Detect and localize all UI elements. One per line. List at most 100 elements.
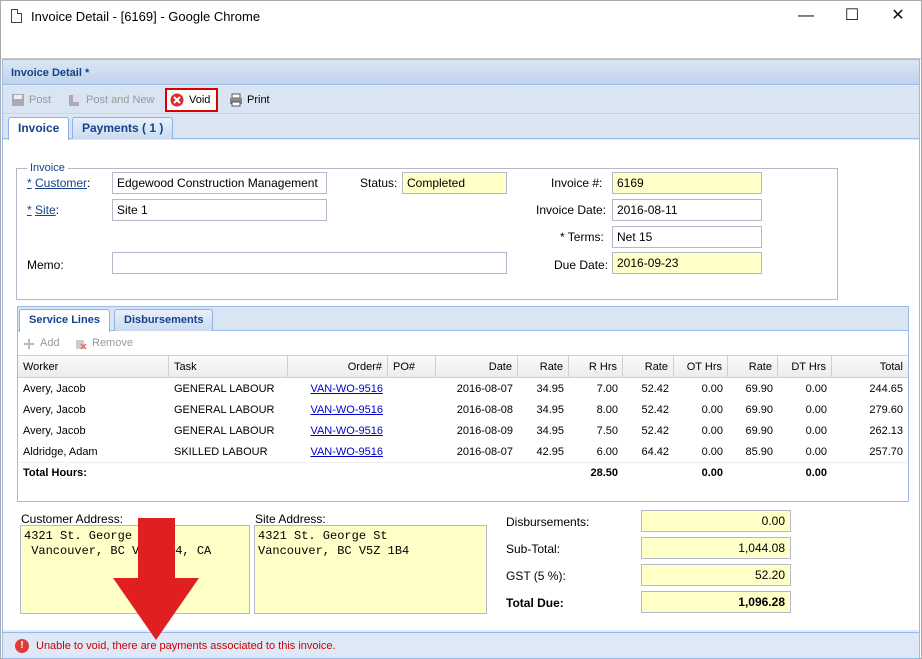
table-row[interactable]: Avery, Jacob GENERAL LABOUR VAN-WO-9516 … (18, 379, 908, 400)
order-link[interactable]: VAN-WO-9516 (288, 442, 388, 463)
page-icon (11, 9, 22, 23)
cell-dt-hrs: 0.00 (805, 383, 827, 395)
tab-payments[interactable]: Payments ( 1 ) (72, 117, 174, 139)
col-r-hrs[interactable]: R Hrs (569, 356, 623, 378)
cell-rate: 34.95 (536, 425, 564, 437)
col-total[interactable]: Total (832, 356, 908, 378)
maximize-button[interactable]: ☐ (829, 1, 875, 33)
cell-ot-hrs: 0.00 (701, 383, 723, 395)
address-strip (1, 33, 921, 59)
total-hours-label: Total Hours: (23, 467, 87, 479)
cell-ot-rate: 52.42 (641, 383, 669, 395)
site-link[interactable]: Site (35, 203, 56, 217)
cell-total: 244.65 (869, 383, 903, 395)
order-link[interactable]: VAN-WO-9516 (288, 379, 388, 400)
print-label: Print (247, 94, 270, 106)
title-bar: Invoice Detail - [6169] - Google Chrome … (1, 1, 921, 33)
col-dt-hrs[interactable]: DT Hrs (778, 356, 832, 378)
cell-r-hrs: 7.50 (596, 425, 618, 437)
col-dt-rate[interactable]: Rate (728, 356, 778, 378)
cell-dt-rate: 69.90 (745, 425, 773, 437)
col-date[interactable]: Date (436, 356, 518, 378)
site-address-label: Site Address: (255, 512, 326, 526)
save-new-icon (69, 94, 81, 106)
cell-rate: 34.95 (536, 383, 564, 395)
grid-header: Worker Task Order# PO# Date Rate R Hrs R… (18, 356, 908, 378)
customer-link[interactable]: Customer (35, 176, 87, 190)
col-ot-rate[interactable]: Rate (623, 356, 674, 378)
main-tabs: Invoice Payments ( 1 ) (3, 115, 919, 140)
add-button[interactable]: Add (40, 337, 60, 349)
minimize-button[interactable]: — (783, 1, 829, 33)
cell-date: 2016-08-07 (456, 383, 513, 395)
cell-date: 2016-08-08 (456, 404, 513, 416)
cell-r-hrs: 8.00 (596, 404, 618, 416)
service-lines-grid: Service Lines Disbursements Add Remove W… (17, 306, 909, 502)
invoice-date-field[interactable]: 2016-08-11 (612, 199, 762, 221)
cell-ot-rate: 52.42 (641, 404, 669, 416)
close-button[interactable]: ✕ (875, 1, 921, 33)
cell-ot-hrs: 0.00 (701, 425, 723, 437)
post-and-new-button[interactable]: Post and New (66, 90, 154, 110)
tab-service-lines[interactable]: Service Lines (19, 309, 110, 332)
cell-date: 2016-08-09 (456, 425, 513, 437)
table-row[interactable]: Avery, Jacob GENERAL LABOUR VAN-WO-9516 … (18, 421, 908, 442)
disbursements-field: 0.00 (641, 510, 791, 532)
order-link[interactable]: VAN-WO-9516 (288, 421, 388, 442)
printer-icon (230, 93, 242, 107)
invoice-number-field: 6169 (612, 172, 762, 194)
site-field[interactable]: Site 1 (112, 199, 327, 221)
print-button[interactable]: Print (227, 90, 270, 110)
cell-total: 279.60 (869, 404, 903, 416)
disbursements-label: Disbursements: (506, 515, 590, 529)
total-ot-hrs: 0.00 (701, 467, 723, 479)
tab-disbursements[interactable]: Disbursements (114, 309, 214, 331)
cell-r-hrs: 7.00 (596, 383, 618, 395)
customer-label[interactable]: * Customer: (27, 176, 90, 190)
total-dt-hrs: 0.00 (805, 467, 827, 479)
post-and-new-label: Post and New (86, 94, 155, 106)
cell-dt-hrs: 0.00 (805, 404, 827, 416)
cell-dt-rate: 85.90 (745, 446, 773, 458)
cell-rate: 34.95 (536, 404, 564, 416)
add-icon (24, 339, 34, 349)
tab-invoice[interactable]: Invoice (8, 117, 70, 140)
col-rate[interactable]: Rate (518, 356, 569, 378)
customer-field[interactable]: Edgewood Construction Management (112, 172, 327, 194)
site-address-box: 4321 St. George St Vancouver, BC V5Z 1B4 (254, 525, 487, 614)
window-title: Invoice Detail - [6169] - Google Chrome (31, 9, 261, 24)
red-arrow-annotation (113, 518, 199, 640)
due-date-label: Due Date: (554, 258, 609, 272)
cell-task: SKILLED LABOUR (174, 446, 268, 458)
col-order[interactable]: Order# (288, 356, 388, 378)
error-icon: ! (15, 639, 29, 653)
col-task[interactable]: Task (169, 356, 288, 378)
col-ot-hrs[interactable]: OT Hrs (674, 356, 728, 378)
site-label[interactable]: * Site: (27, 203, 59, 217)
post-label: Post (29, 94, 52, 106)
grid-tabs: Service Lines Disbursements (18, 307, 908, 332)
invoice-number-label: Invoice #: (551, 176, 603, 190)
cell-dt-hrs: 0.00 (805, 446, 827, 458)
cell-task: GENERAL LABOUR (174, 383, 275, 395)
total-due-label: Total Due: (506, 596, 564, 610)
gst-label: GST (5 %): (506, 569, 566, 583)
table-row[interactable]: Aldridge, Adam SKILLED LABOUR VAN-WO-951… (18, 442, 908, 463)
remove-button[interactable]: Remove (92, 337, 133, 349)
status-label: Status: (360, 176, 398, 190)
total-due-field: 1,096.28 (641, 591, 791, 613)
cell-date: 2016-08-07 (456, 446, 513, 458)
remove-icon (76, 340, 87, 350)
col-po[interactable]: PO# (388, 356, 436, 378)
invoice-legend: Invoice (30, 162, 65, 174)
memo-field[interactable] (112, 252, 507, 274)
status-field: Completed (402, 172, 507, 194)
due-date-field: 2016-09-23 (612, 252, 762, 274)
col-worker[interactable]: Worker (18, 356, 169, 378)
table-row[interactable]: Avery, Jacob GENERAL LABOUR VAN-WO-9516 … (18, 400, 908, 421)
post-button[interactable]: Post (9, 90, 51, 110)
terms-label: * Terms: (560, 230, 604, 244)
void-button[interactable]: Void (165, 88, 219, 112)
terms-field[interactable]: Net 15 (612, 226, 762, 248)
order-link[interactable]: VAN-WO-9516 (288, 400, 388, 421)
